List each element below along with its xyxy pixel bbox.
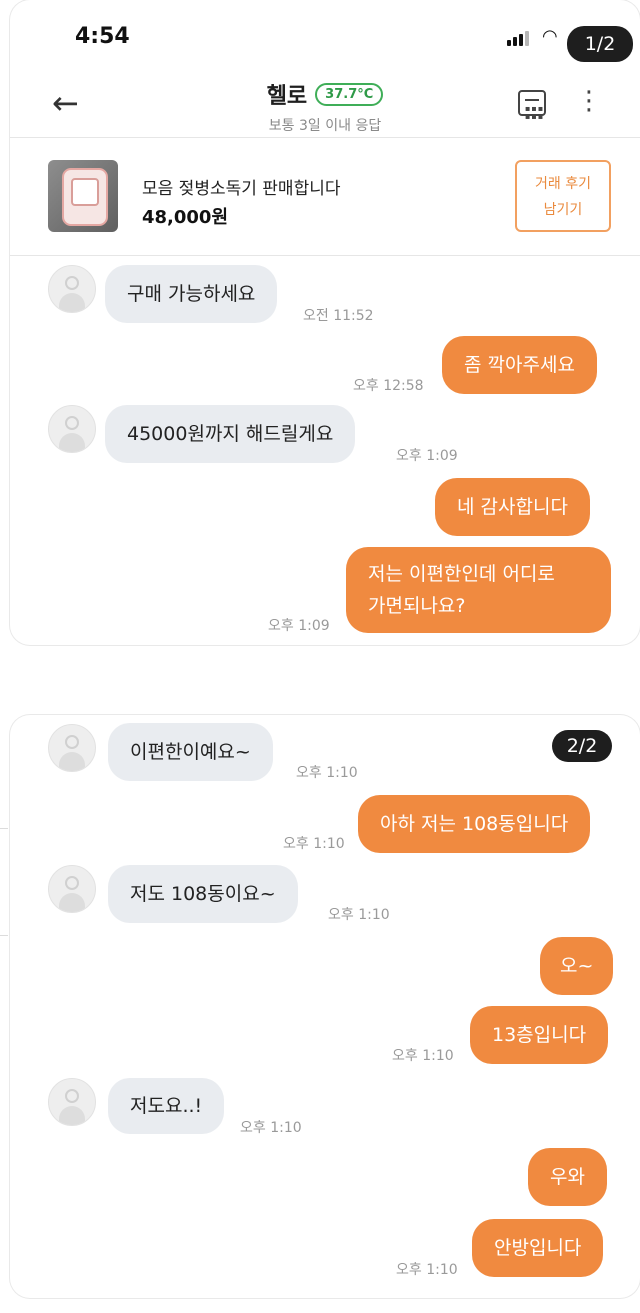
incoming-message: 저도요..! [108, 1078, 225, 1134]
header-divider [10, 137, 640, 138]
avatar[interactable] [48, 724, 96, 772]
message-time: 오후 1:09 [268, 618, 330, 634]
more-vertical-icon[interactable]: ⋮ [576, 88, 602, 114]
message-time: 오후 1:09 [396, 448, 458, 464]
chat-screenshot-1: 4:54 ◠ 1/2 ← 헬로 37.7°C 보통 3일 이내 응답 ▪▪▪ ▪▪… [10, 0, 640, 645]
divider [0, 935, 8, 936]
outgoing-message: 안방입니다 [472, 1219, 604, 1277]
outgoing-message: 좀 깍아주세요 [442, 336, 597, 394]
product-name[interactable]: 모음 젖병소독기 판매합니다 [142, 174, 341, 199]
incoming-message: 45000원까지 해드릴게요 [105, 405, 356, 463]
incoming-message: 구매 가능하세요 [105, 265, 278, 323]
message-line: 가면되나요? [368, 595, 466, 617]
product-price: 48,000원 [142, 207, 229, 228]
outgoing-message: 우와 [528, 1148, 607, 1206]
avatar[interactable] [48, 865, 96, 913]
avatar[interactable] [48, 1078, 96, 1126]
message-line: 저는 이편한인데 어디로 [368, 563, 555, 585]
calendar-icon[interactable]: ▪▪▪ ▪▪▪ [518, 90, 546, 121]
outgoing-message: 오~ [540, 937, 614, 995]
product-thumbnail[interactable] [48, 160, 118, 232]
signal-icon [507, 30, 535, 46]
manner-temperature-badge: 37.7°C [315, 82, 384, 106]
avatar[interactable] [48, 405, 96, 453]
message-time: 오후 1:10 [296, 765, 358, 781]
review-label-line1: 거래 후기 [535, 176, 591, 192]
page-indicator: 1/2 [567, 26, 633, 62]
incoming-message: 이편한이예요~ [108, 723, 273, 781]
message-time: 오후 1:10 [240, 1120, 302, 1136]
wifi-icon: ◠ [542, 26, 558, 47]
review-label-line2: 남기기 [543, 202, 583, 218]
chat-screenshot-2: 2/2 이편한이예요~ 오후 1:10 오후 1:10 아하 저는 108동입니… [10, 715, 640, 1298]
message-time: 오전 11:52 [303, 308, 374, 324]
outgoing-message: 저는 이편한인데 어디로 가면되나요? [346, 547, 611, 633]
status-time: 4:54 [75, 24, 130, 49]
message-time: 오후 1:10 [396, 1262, 458, 1278]
page-title: 헬로 [266, 84, 308, 109]
product-divider [10, 255, 640, 256]
page-indicator: 2/2 [552, 730, 612, 762]
outgoing-message: 13층입니다 [470, 1006, 609, 1064]
outgoing-message: 네 감사합니다 [435, 478, 590, 536]
outgoing-message: 아하 저는 108동입니다 [358, 795, 591, 853]
avatar[interactable] [48, 265, 96, 313]
message-time: 오후 1:10 [392, 1048, 454, 1064]
response-time-text: 보통 3일 이내 응답 [268, 118, 382, 134]
divider [0, 828, 8, 829]
message-time: 오후 12:58 [353, 378, 424, 394]
message-time: 오후 1:10 [283, 836, 345, 852]
incoming-message: 저도 108동이요~ [108, 865, 298, 923]
leave-review-button[interactable]: 거래 후기 남기기 [515, 160, 611, 232]
message-time: 오후 1:10 [328, 907, 390, 923]
